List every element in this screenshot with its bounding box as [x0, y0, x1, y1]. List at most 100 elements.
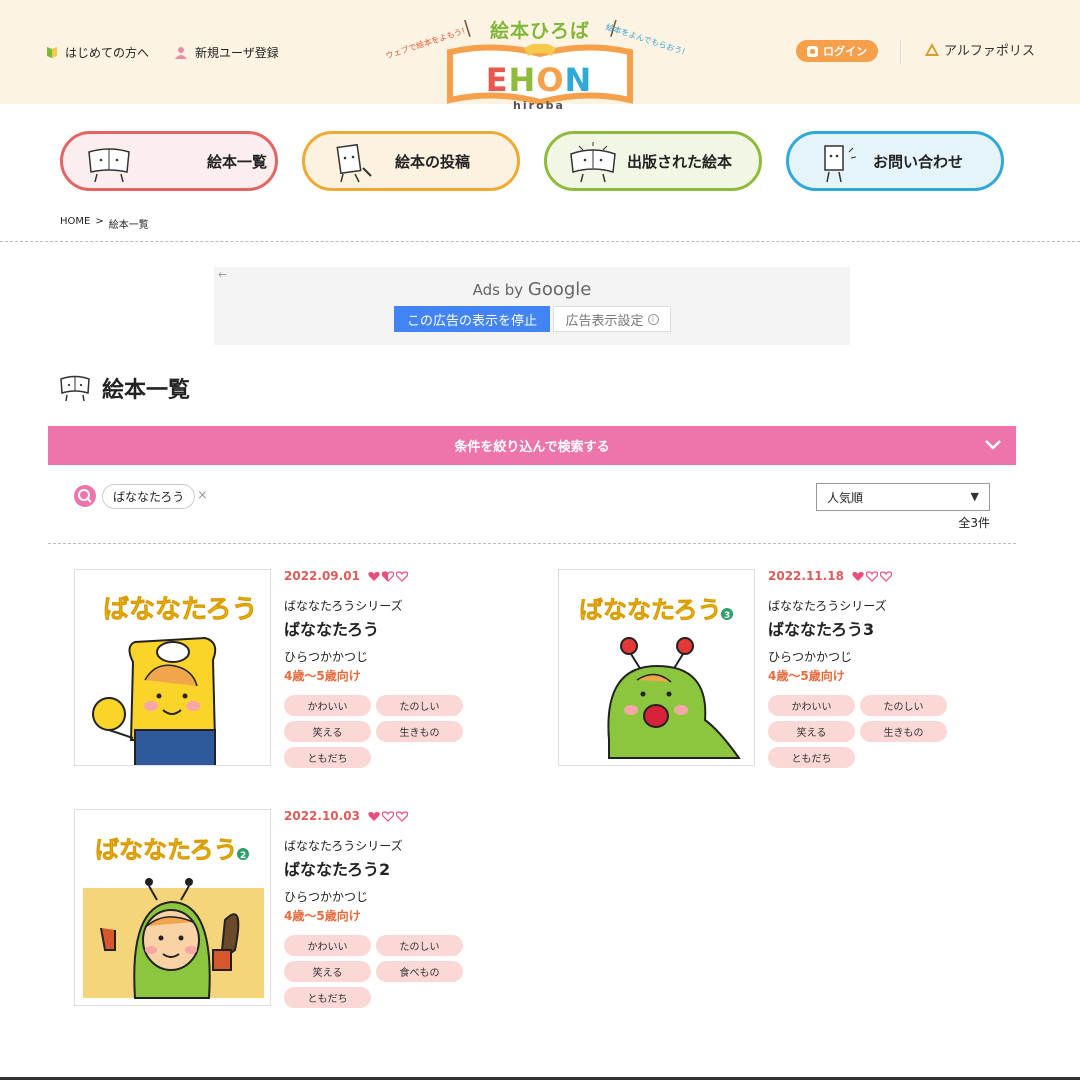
open-book-character-icon: [570, 142, 616, 183]
site-header: はじめての方へ 新規ユーザ登録 \ 絵本ひろば / ウェブで絵本をよもう! 絵本…: [0, 0, 1080, 112]
book-card: ばななたろう 3 2022.11.18 ばななたろうシリーズ ばななたろう3 ひ…: [558, 569, 978, 779]
book-date-row: 2022.09.01: [284, 569, 408, 583]
logo-letter-n: N: [564, 61, 593, 99]
rating-hearts: [852, 570, 892, 582]
question-character-icon: [824, 145, 857, 183]
nav-contact[interactable]: お問い合わせ: [786, 131, 1004, 191]
book-series: ばななたろうシリーズ: [768, 599, 887, 613]
search-icon: [74, 485, 96, 507]
breadcrumb-separator: >: [95, 216, 104, 227]
logo-letter-o: O: [536, 61, 565, 99]
nav-book-list[interactable]: 絵本一覧: [60, 131, 278, 191]
book-author: ひらつかかつじ: [768, 650, 853, 664]
tag-chip[interactable]: 笑える: [284, 961, 371, 982]
book-age: 4歳〜5歳向け: [768, 669, 845, 683]
tag-chip[interactable]: たのしい: [376, 695, 463, 716]
book-age: 4歳〜5歳向け: [284, 909, 361, 923]
breadcrumb-current: 絵本一覧: [108, 220, 149, 231]
cover-title-text: ばななたろう: [579, 596, 722, 624]
cover-number: 3: [724, 611, 730, 621]
book-series: ばななたろうシリーズ: [284, 599, 403, 613]
login-button[interactable]: ログイン: [796, 40, 878, 62]
cover-illustration: ばななたろう 3: [559, 570, 754, 765]
book-card: ばななたろう 2022.09.01 ばななたろうシリーズ ばななたろう ひらつか…: [74, 569, 494, 779]
beginner-mark-icon: [47, 47, 57, 58]
tag-chip[interactable]: 生きもの: [376, 721, 463, 742]
register-link[interactable]: 新規ユーザ登録: [174, 44, 279, 61]
nav-contact-label: お問い合わせ: [873, 152, 964, 171]
book-age: 4歳〜5歳向け: [284, 669, 361, 683]
rating-hearts: [368, 570, 408, 582]
cover-illustration: ばななたろう 2: [75, 810, 270, 1005]
tag-chip[interactable]: ともだち: [284, 747, 371, 768]
book-title[interactable]: ばななたろう2: [284, 856, 390, 880]
alphapolis-link[interactable]: アルファポリス: [924, 40, 1035, 59]
tag-chip[interactable]: たのしい: [860, 695, 947, 716]
book-cover[interactable]: ばななたろう 3: [558, 569, 755, 766]
heart-empty-icon: [865, 570, 878, 582]
first-time-label: はじめての方へ: [65, 46, 150, 60]
login-label: ログイン: [823, 45, 867, 58]
ad-settings-button[interactable]: 広告表示設定 i: [553, 306, 671, 332]
tag-chip[interactable]: 生きもの: [860, 721, 947, 742]
search-keyword-chip: ばななたろう: [102, 484, 196, 509]
tag-chip[interactable]: 笑える: [768, 721, 855, 742]
ads-by-google: Ads by Google: [214, 279, 850, 300]
tag-chip[interactable]: かわいい: [284, 695, 371, 716]
book-title[interactable]: ばななたろう: [284, 616, 379, 640]
tag-chip[interactable]: 笑える: [284, 721, 371, 742]
divider-top: [0, 241, 1080, 242]
heart-empty-icon: [381, 810, 394, 822]
book-author: ひらつかかつじ: [284, 890, 369, 904]
tag-chip[interactable]: ともだち: [768, 747, 855, 768]
divider-list: [48, 543, 1016, 544]
logo-hiroba: hiroba: [513, 99, 565, 112]
book-tags: かわいい たのしい 笑える 食べもの ともだち: [284, 935, 466, 1008]
breadcrumb: HOME > 絵本一覧: [60, 216, 149, 231]
book-tags: かわいい たのしい 笑える 生きもの ともだち: [284, 695, 466, 768]
sort-select[interactable]: 人気順 ▼: [816, 483, 990, 511]
heart-full-icon: [368, 571, 380, 581]
cover-illustration: ばななたろう: [75, 570, 270, 765]
tag-chip[interactable]: 食べもの: [376, 961, 463, 982]
sort-selected-label: 人気順: [827, 490, 864, 505]
tag-chip[interactable]: かわいい: [768, 695, 855, 716]
tag-chip[interactable]: たのしい: [376, 935, 463, 956]
login-icon: [807, 45, 818, 57]
logo-letter-h: H: [508, 61, 537, 99]
book-title[interactable]: ばななたろう3: [768, 616, 874, 640]
book-author: ひらつかかつじ: [284, 650, 369, 664]
heart-empty-icon: [879, 570, 892, 582]
logo-title: 絵本ひろば: [489, 20, 590, 42]
cover-number: 2: [240, 851, 246, 861]
google-label: Google: [527, 279, 592, 300]
book-tags: かわいい たのしい 笑える 生きもの ともだち: [768, 695, 950, 768]
heart-empty-icon: [395, 570, 408, 582]
book-character-icon: [88, 148, 130, 183]
result-count: 全3件: [958, 516, 990, 530]
book-cover[interactable]: ばななたろう 2: [74, 809, 271, 1006]
info-icon: i: [647, 313, 659, 325]
nav-published-books[interactable]: 出版された絵本: [544, 131, 762, 191]
logo-letter-e: E: [485, 61, 509, 99]
site-logo[interactable]: \ 絵本ひろば / ウェブで絵本をよもう! 絵本をよんでもらおう! EHON h…: [380, 12, 700, 112]
tag-chip[interactable]: ともだち: [284, 987, 371, 1008]
book-date: 2022.10.03: [284, 809, 360, 823]
rating-hearts: [368, 810, 408, 822]
book-card: ばななたろう 2 2022.10.03 ばななたろうシリーズ ばななたろう2 ひ…: [74, 809, 494, 1019]
filter-toggle-bar[interactable]: 条件を絞り込んで検索する: [48, 426, 1016, 465]
book-date: 2022.09.01: [284, 569, 360, 583]
heart-half-icon: [381, 570, 394, 582]
nav-post-book[interactable]: 絵本の投稿: [302, 131, 520, 191]
writing-character-icon: [336, 143, 372, 183]
heart-empty-icon: [395, 810, 408, 822]
ad-stop-button[interactable]: この広告の表示を停止: [394, 306, 550, 332]
remove-keyword-icon[interactable]: ×: [197, 488, 208, 503]
breadcrumb-home[interactable]: HOME: [60, 216, 90, 231]
book-cover[interactable]: ばななたろう: [74, 569, 271, 766]
tag-chip[interactable]: かわいい: [284, 935, 371, 956]
heart-full-icon: [368, 811, 380, 821]
alphapolis-logo-icon: [925, 42, 939, 56]
page-title-text: 絵本一覧: [102, 378, 191, 403]
first-time-link[interactable]: はじめての方へ: [46, 44, 149, 61]
